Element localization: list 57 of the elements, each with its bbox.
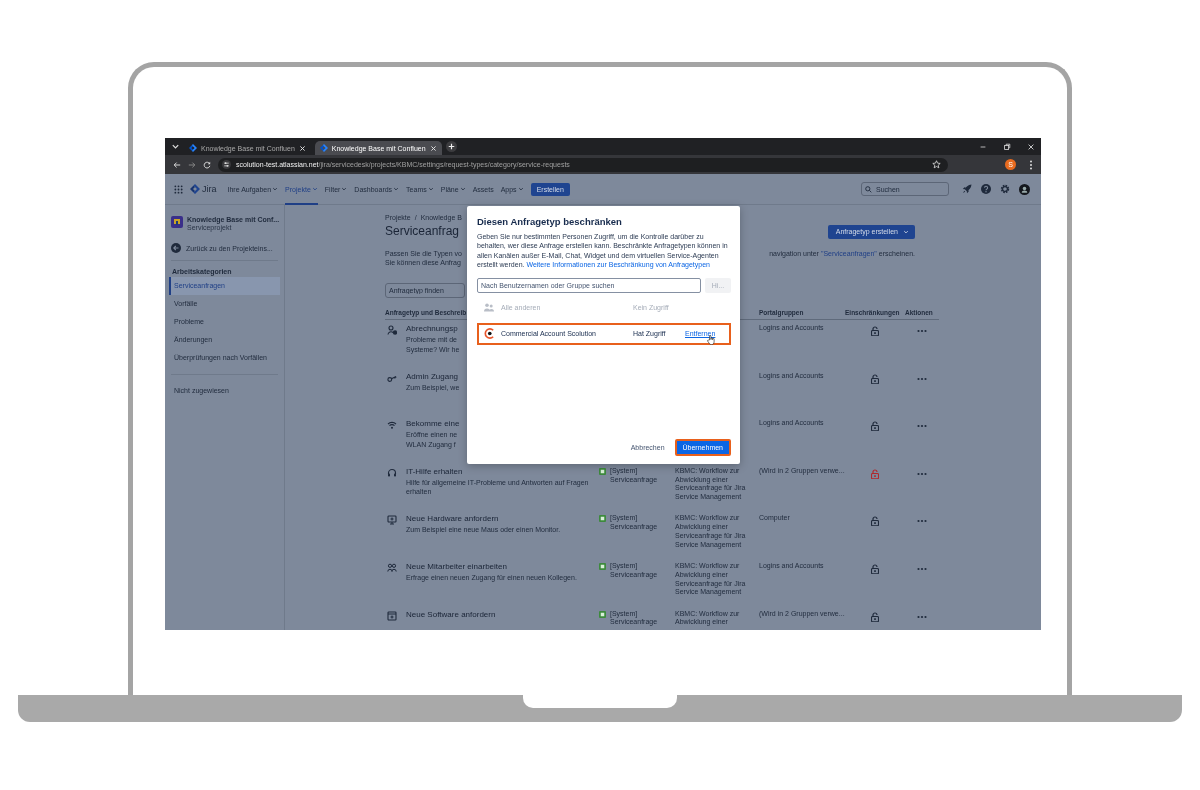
request-type-name[interactable]: IT-Hilfe erhalten [406,466,591,476]
request-type-name[interactable]: Neue Hardware anfordern [406,514,591,524]
chevron-down-icon [341,186,348,192]
close-icon[interactable] [298,144,306,152]
page-title: Serviceanfrag [385,223,461,239]
caret-down-icon[interactable] [171,142,180,151]
chevron-down-icon [459,186,466,192]
hand-cursor-icon [707,335,715,346]
lock-icon[interactable] [871,516,879,527]
lock-icon[interactable] [871,326,879,336]
request-type-icon [599,610,606,618]
lock-icon[interactable] [871,563,879,574]
request-type-icon [599,515,606,523]
chevron-down-icon [427,186,434,192]
chevron-down-icon [517,186,524,192]
help-icon[interactable] [981,184,991,194]
chevron-down-icon [272,186,279,192]
dialog-title: Diesen Anfragetyp beschränken [477,216,623,227]
chevron-down-icon [393,186,400,192]
reload-icon[interactable] [203,160,211,169]
product-name[interactable]: Jira [202,184,217,194]
settings-icon[interactable] [1000,184,1010,194]
person-icon [387,325,397,335]
close-window-icon[interactable] [1027,142,1035,151]
account-logo-icon [484,328,495,340]
request-type-name[interactable]: Neue Software anfordern [406,609,496,619]
back-arrow-icon [171,243,181,253]
jira-icon [319,144,328,152]
back-icon[interactable] [173,160,181,169]
jira-icon [189,144,197,152]
avatar-icon[interactable] [1019,183,1030,195]
restore-icon[interactable] [1003,142,1011,151]
group-icon [484,303,494,313]
request-type-name[interactable]: Neue Mitarbeiter einarbeiten [406,561,591,571]
wifi-icon [387,420,397,431]
close-icon[interactable] [429,144,437,152]
lock-icon[interactable] [871,611,879,622]
request-type-icon [599,467,606,475]
monitor-icon [387,515,397,526]
forward-icon[interactable] [188,160,196,169]
chevron-down-icon [903,228,909,235]
people-icon [387,562,397,573]
search-icon [865,186,872,193]
star-icon[interactable] [932,160,941,169]
rocket-icon[interactable] [962,184,972,194]
app-grid-icon[interactable] [174,184,183,194]
chevron-down-icon [311,186,318,192]
request-type-icon [599,562,606,570]
new-tab-icon[interactable] [445,141,457,152]
site-info-icon[interactable] [222,160,231,169]
jira-logo-icon [190,184,200,194]
project-icon [171,216,183,228]
lock-icon[interactable] [871,373,879,384]
kebab-menu-icon[interactable] [1029,159,1033,170]
headset-icon [387,467,397,478]
window-icon [387,610,397,621]
lock-icon[interactable] [871,421,879,432]
